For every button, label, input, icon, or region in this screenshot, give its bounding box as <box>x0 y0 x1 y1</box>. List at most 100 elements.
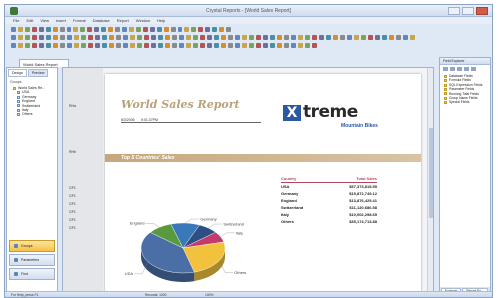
toolbar-tool-icon[interactable] <box>284 35 289 40</box>
toolbar-tool-icon[interactable] <box>53 35 58 40</box>
toolbar-tool-icon[interactable] <box>38 27 44 32</box>
toolbar-tool-icon[interactable] <box>270 35 275 40</box>
vertical-scrollbar[interactable] <box>427 68 433 292</box>
toolbar-tool-icon[interactable] <box>305 43 310 48</box>
toolbar-tool-icon[interactable] <box>39 43 44 48</box>
toolbar-tool-icon[interactable] <box>149 27 155 32</box>
toolbar-tool-icon[interactable] <box>144 35 149 40</box>
toolbar-tool-icon[interactable] <box>263 35 268 40</box>
toolbar-tool-icon[interactable] <box>228 35 233 40</box>
menu-help[interactable]: Help <box>157 18 165 23</box>
toolbar-tool-icon[interactable] <box>361 35 366 40</box>
parameters-button[interactable]: Parameters <box>9 254 55 266</box>
toolbar-tool-icon[interactable] <box>333 35 338 40</box>
toolbar-tool-icon[interactable] <box>137 35 142 40</box>
toolbar-tool-icon[interactable] <box>109 35 114 40</box>
toolbar-tool-icon[interactable] <box>95 43 100 48</box>
toolbar-tool-icon[interactable] <box>235 35 240 40</box>
toolbar-tool-icon[interactable] <box>95 35 100 40</box>
tree-item[interactable]: Others <box>13 112 57 116</box>
toolbar-tool-icon[interactable] <box>11 35 16 40</box>
find-button[interactable]: Find <box>9 268 55 280</box>
toolbar-tool-icon[interactable] <box>165 35 170 40</box>
toolbar-tool-icon[interactable] <box>102 43 107 48</box>
toolbar-tool-icon[interactable] <box>88 43 93 48</box>
toolbar-tool-icon[interactable] <box>340 35 345 40</box>
tab-preview[interactable]: Preview <box>27 69 49 77</box>
toolbar-tool-icon[interactable] <box>130 35 135 40</box>
toolbar-tool-icon[interactable] <box>326 35 331 40</box>
toolbar-tool-icon[interactable] <box>94 27 100 32</box>
toolbar-tool-icon[interactable] <box>298 35 303 40</box>
toolbar-tool-icon[interactable] <box>242 43 247 48</box>
toolbar-tool-icon[interactable] <box>142 27 148 32</box>
toolbar-tool-icon[interactable] <box>115 27 120 32</box>
toolbar-tool-icon[interactable] <box>87 27 93 32</box>
toolbar-tool-icon[interactable] <box>263 43 268 48</box>
toolbar-tool-icon[interactable] <box>200 35 205 40</box>
toolbar-tool-icon[interactable] <box>249 35 254 40</box>
toolbar-tool-icon[interactable] <box>172 35 177 40</box>
toolbar-tool-icon[interactable] <box>81 43 86 48</box>
toolbar-tool-icon[interactable] <box>109 43 114 48</box>
toolbar-tool-icon[interactable] <box>52 27 58 32</box>
toolbar-tool-icon[interactable] <box>18 43 23 48</box>
toolbar-tool-icon[interactable] <box>403 35 408 40</box>
toolbar-tool-icon[interactable] <box>212 27 218 32</box>
toolbar-tool-icon[interactable] <box>184 27 190 32</box>
toolbar-tool-icon[interactable] <box>17 27 23 32</box>
toolbar-tool-icon[interactable] <box>186 43 191 48</box>
toolbar-tool-icon[interactable] <box>116 35 121 40</box>
toolbar-tool-icon[interactable] <box>179 43 184 48</box>
toolbar-tool-icon[interactable] <box>221 35 226 40</box>
toolbar-tool-icon[interactable] <box>256 43 261 48</box>
toolbar-tool-icon[interactable] <box>60 35 65 40</box>
toolbar-tool-icon[interactable] <box>242 35 247 40</box>
menu-view[interactable]: View <box>40 18 49 23</box>
toolbar-tool-icon[interactable] <box>198 27 204 32</box>
toolbar-tool-icon[interactable] <box>179 35 184 40</box>
toolbar-tool-icon[interactable] <box>73 27 79 32</box>
toolbar-tool-icon[interactable] <box>186 35 191 40</box>
toolbar-tool-icon[interactable] <box>81 35 86 40</box>
toolbar-tool-icon[interactable] <box>46 35 51 40</box>
toolbar-tool-icon[interactable] <box>123 43 128 48</box>
toolbar-tool-icon[interactable] <box>60 43 65 48</box>
toolbar-tool-icon[interactable] <box>291 43 296 48</box>
delete-icon[interactable] <box>471 67 476 71</box>
toolbar-tool-icon[interactable] <box>277 35 282 40</box>
toolbar-tool-icon[interactable] <box>163 27 169 32</box>
toolbar-tool-icon[interactable] <box>151 43 156 48</box>
report-preview-area[interactable]: RHa RHb GF1 GF1 GF1 GF1 GF1 GF1 World Sa… <box>62 67 434 293</box>
toolbar-tool-icon[interactable] <box>137 43 142 48</box>
toolbar-tool-icon[interactable] <box>284 43 289 48</box>
toolbar-tool-icon[interactable] <box>24 27 30 32</box>
maximize-button[interactable] <box>462 7 474 15</box>
insert-field-icon[interactable] <box>443 67 448 71</box>
toolbar-tool-icon[interactable] <box>172 43 177 48</box>
toolbar-tool-icon[interactable] <box>46 43 51 48</box>
toolbar-tool-icon[interactable] <box>298 43 303 48</box>
minimize-button[interactable] <box>448 7 460 15</box>
menu-insert[interactable]: Insert <box>56 18 66 23</box>
toolbar-tool-icon[interactable] <box>214 43 219 48</box>
scrollbar-thumb[interactable] <box>429 128 433 218</box>
menu-format[interactable]: Format <box>73 18 86 23</box>
tab-world-sales-report[interactable]: World Sales Report <box>19 59 69 67</box>
toolbar-tool-icon[interactable] <box>11 43 16 48</box>
toolbar-tool-icon[interactable] <box>207 43 212 48</box>
toolbar-tool-icon[interactable] <box>53 43 58 48</box>
toolbar-tool-icon[interactable] <box>101 27 107 32</box>
toolbar-tool-icon[interactable] <box>25 35 30 40</box>
menu-edit[interactable]: Edit <box>26 18 33 23</box>
toolbar-tool-icon[interactable] <box>135 27 141 32</box>
toolbar-tool-icon[interactable] <box>228 43 233 48</box>
toolbar-tool-icon[interactable] <box>249 43 254 48</box>
toolbar-tool-icon[interactable] <box>123 35 128 40</box>
toolbar-tool-icon[interactable] <box>375 35 380 40</box>
toolbar-tool-icon[interactable] <box>122 27 127 32</box>
tab-design[interactable]: Design <box>8 69 27 77</box>
toolbar-tool-icon[interactable] <box>151 35 156 40</box>
toolbar-tool-icon[interactable] <box>235 43 240 48</box>
edit-icon[interactable] <box>464 67 469 71</box>
